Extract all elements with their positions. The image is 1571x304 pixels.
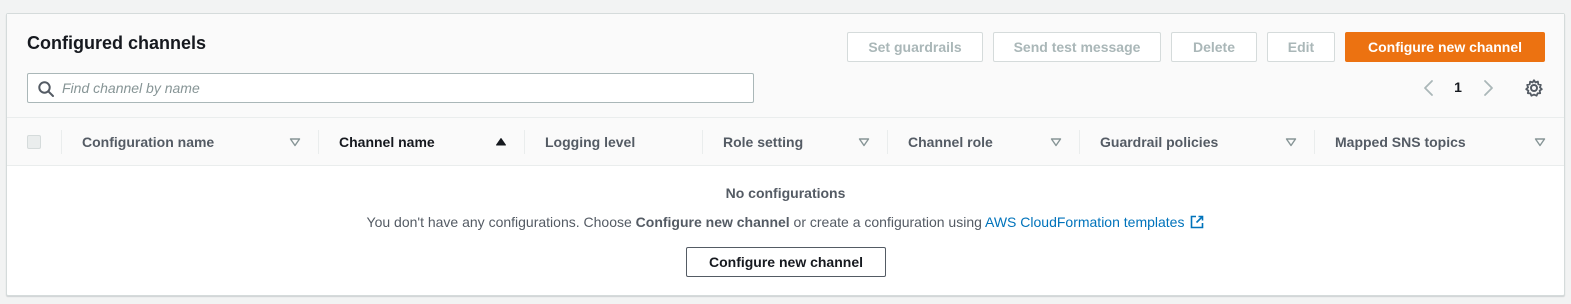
- panel-header: Configured channels Set guardrails Send …: [7, 14, 1564, 118]
- column-header-mapped-sns-topics[interactable]: Mapped SNS topics: [1335, 118, 1466, 166]
- column-divider: [1079, 130, 1080, 154]
- table-header: Configuration name Channel name Logging …: [7, 118, 1564, 166]
- page-title: Configured channels: [27, 33, 207, 53]
- sort-caret-down-icon[interactable]: [1533, 135, 1547, 149]
- column-header-channel-name[interactable]: Channel name: [339, 118, 435, 166]
- search-box[interactable]: [27, 73, 754, 103]
- empty-state-text-middle: or create a configuration using: [789, 214, 986, 230]
- delete-button[interactable]: Delete: [1171, 32, 1257, 62]
- empty-state-text-prefix: You don't have any configurations. Choos…: [366, 214, 636, 230]
- send-test-message-button[interactable]: Send test message: [993, 32, 1161, 62]
- gear-icon[interactable]: [1524, 78, 1544, 98]
- configured-channels-panel: Configured channels Set guardrails Send …: [6, 13, 1565, 296]
- column-divider: [318, 130, 319, 154]
- column-divider: [61, 130, 62, 154]
- chevron-right-icon[interactable]: [1480, 78, 1496, 98]
- cloudformation-templates-link[interactable]: AWS CloudFormation templates: [985, 214, 1204, 230]
- column-header-role-setting[interactable]: Role setting: [723, 118, 803, 166]
- empty-state-configure-button[interactable]: Configure new channel: [686, 247, 886, 277]
- set-guardrails-button[interactable]: Set guardrails: [847, 32, 983, 62]
- column-divider: [1314, 130, 1315, 154]
- cloudformation-link-label[interactable]: AWS CloudFormation templates: [985, 214, 1184, 230]
- empty-state-text-bold: Configure new channel: [635, 214, 790, 230]
- sort-caret-down-icon[interactable]: [288, 135, 302, 149]
- search-icon: [38, 81, 54, 97]
- column-header-configuration-name[interactable]: Configuration name: [82, 118, 214, 166]
- empty-state-title: No configurations: [725, 185, 846, 201]
- edit-button[interactable]: Edit: [1267, 32, 1335, 62]
- sort-caret-down-icon[interactable]: [857, 135, 871, 149]
- column-divider: [702, 130, 703, 154]
- column-divider: [887, 130, 888, 154]
- sort-caret-down-icon[interactable]: [1284, 135, 1298, 149]
- column-header-logging-level: Logging level: [545, 134, 636, 150]
- select-all-checkbox[interactable]: [27, 135, 41, 149]
- column-header-guardrail-policies[interactable]: Guardrail policies: [1100, 118, 1218, 166]
- chevron-left-icon[interactable]: [1421, 78, 1437, 98]
- external-link-icon[interactable]: [1190, 215, 1204, 229]
- column-header-channel-role[interactable]: Channel role: [908, 118, 993, 166]
- configure-new-channel-button[interactable]: Configure new channel: [1345, 32, 1545, 62]
- sort-caret-up-icon[interactable]: [494, 135, 508, 149]
- empty-state-description: You don't have any configurations. Choos…: [7, 214, 1564, 230]
- search-input[interactable]: [62, 74, 742, 102]
- sort-caret-down-icon[interactable]: [1049, 135, 1063, 149]
- column-divider: [524, 130, 525, 154]
- page-number[interactable]: 1: [1452, 79, 1464, 95]
